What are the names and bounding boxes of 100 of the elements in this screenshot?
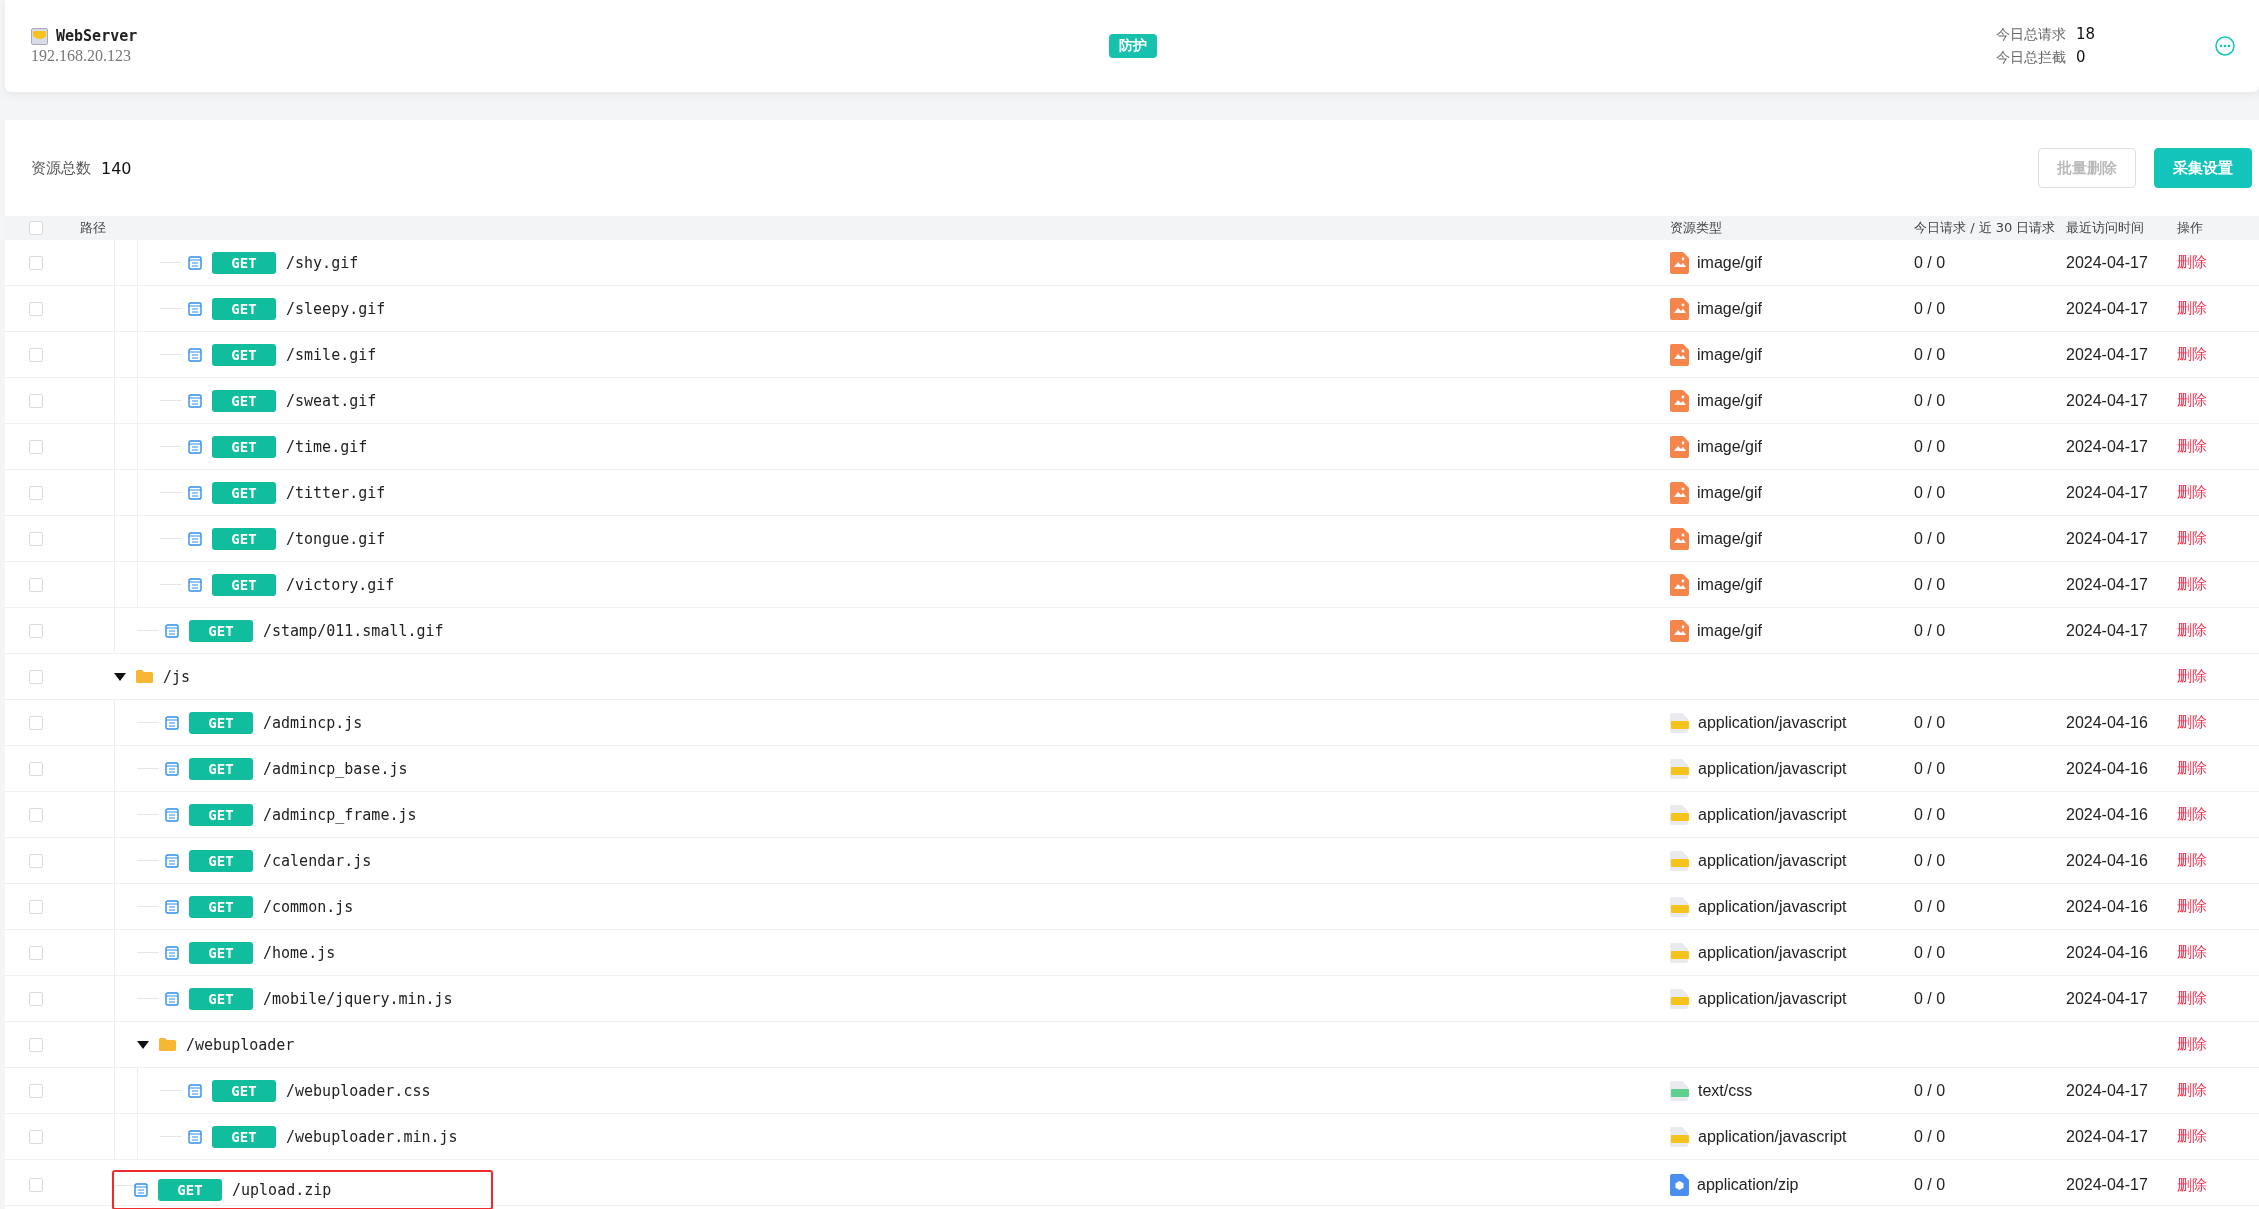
row-checkbox[interactable] xyxy=(29,1178,43,1192)
row-checkbox[interactable] xyxy=(29,669,43,684)
image-file-icon xyxy=(1670,343,1689,366)
delete-link[interactable]: 删除 xyxy=(2177,299,2207,318)
request-count: 0 / 0 xyxy=(1914,713,1946,732)
row-checkbox[interactable] xyxy=(29,255,43,270)
select-all-checkbox[interactable] xyxy=(29,221,43,235)
row-checkbox[interactable] xyxy=(29,899,43,914)
delete-link[interactable]: 删除 xyxy=(2177,391,2207,410)
type-text: image/gif xyxy=(1697,575,1762,594)
method-tag: GET xyxy=(212,1125,276,1148)
method-tag: GET xyxy=(212,1079,276,1102)
delete-link[interactable]: 删除 xyxy=(2177,1081,2207,1100)
image-file-icon xyxy=(1670,251,1689,274)
row-checkbox[interactable] xyxy=(29,393,43,408)
script-file-icon xyxy=(1670,1126,1690,1147)
row-checkbox[interactable] xyxy=(29,991,43,1006)
script-file-icon xyxy=(1670,942,1690,963)
method-tag: GET xyxy=(212,573,276,596)
row-checkbox[interactable] xyxy=(29,807,43,822)
document-icon xyxy=(188,255,202,270)
delete-link[interactable]: 删除 xyxy=(2177,345,2207,364)
type-text: image/gif xyxy=(1697,253,1762,272)
column-header: 最近访问时间 xyxy=(2066,219,2144,237)
visit-date: 2024-04-17 xyxy=(2066,529,2148,548)
row-checkbox[interactable] xyxy=(29,715,43,730)
delete-link[interactable]: 删除 xyxy=(2177,897,2207,916)
document-icon xyxy=(188,439,202,454)
archive-file-icon xyxy=(1670,1174,1689,1196)
path-text: /shy.gif xyxy=(286,253,359,272)
document-icon xyxy=(188,485,202,500)
request-count: 0 / 0 xyxy=(1914,299,1946,318)
path-text: /time.gif xyxy=(286,437,368,456)
document-icon xyxy=(165,899,179,914)
delete-link[interactable]: 删除 xyxy=(2177,621,2207,640)
path-text: /stamp/011.small.gif xyxy=(263,621,444,640)
path-text: /webuploader.min.js xyxy=(286,1127,458,1146)
row-checkbox[interactable] xyxy=(29,761,43,776)
delete-link[interactable]: 删除 xyxy=(2177,437,2207,456)
row-checkbox[interactable] xyxy=(29,945,43,960)
delete-link[interactable]: 删除 xyxy=(2177,575,2207,594)
delete-link[interactable]: 删除 xyxy=(2177,713,2207,732)
method-tag: GET xyxy=(212,251,276,274)
request-count: 0 / 0 xyxy=(1914,345,1946,364)
request-count: 0 / 0 xyxy=(1914,989,1946,1008)
document-icon xyxy=(188,531,202,546)
column-header: 资源类型 xyxy=(1670,219,1722,237)
document-icon xyxy=(165,853,179,868)
delete-link[interactable]: 删除 xyxy=(2177,1035,2207,1054)
image-file-icon xyxy=(1670,389,1689,412)
delete-link[interactable]: 删除 xyxy=(2177,759,2207,778)
script-file-icon xyxy=(1670,896,1690,917)
visit-date: 2024-04-17 xyxy=(2066,1176,2148,1194)
path-text: /admincp_frame.js xyxy=(263,805,417,824)
visit-date: 2024-04-16 xyxy=(2066,943,2148,962)
delete-link[interactable]: 删除 xyxy=(2177,529,2207,548)
stylesheet-file-icon xyxy=(1670,1080,1690,1101)
path-text: /admincp_base.js xyxy=(263,759,408,778)
delete-link[interactable]: 删除 xyxy=(2177,805,2207,824)
expand-toggle[interactable] xyxy=(114,672,126,681)
path-text: /home.js xyxy=(263,943,336,962)
row-checkbox[interactable] xyxy=(29,439,43,454)
delete-link[interactable]: 删除 xyxy=(2177,1175,2207,1195)
row-checkbox[interactable] xyxy=(29,301,43,316)
row-checkbox[interactable] xyxy=(29,347,43,362)
delete-link[interactable]: 删除 xyxy=(2177,1127,2207,1146)
delete-link[interactable]: 删除 xyxy=(2177,851,2207,870)
delete-link[interactable]: 删除 xyxy=(2177,989,2207,1008)
method-tag: GET xyxy=(189,895,253,918)
type-text: application/javascript xyxy=(1698,989,1847,1008)
visit-date: 2024-04-16 xyxy=(2066,759,2148,778)
document-icon xyxy=(165,623,179,638)
row-checkbox[interactable] xyxy=(29,1129,43,1144)
delete-link[interactable]: 删除 xyxy=(2177,667,2207,686)
path-text: /common.js xyxy=(263,897,354,916)
more-button[interactable] xyxy=(2215,36,2235,56)
delete-link[interactable]: 删除 xyxy=(2177,483,2207,502)
row-checkbox[interactable] xyxy=(29,1037,43,1052)
script-file-icon xyxy=(1670,758,1690,779)
stat-label: 今日总请求 xyxy=(1995,26,2066,44)
row-checkbox[interactable] xyxy=(29,1083,43,1098)
row-checkbox[interactable] xyxy=(29,531,43,546)
document-icon xyxy=(165,715,179,730)
method-tag: GET xyxy=(212,389,276,412)
row-checkbox[interactable] xyxy=(29,623,43,638)
row-checkbox[interactable] xyxy=(29,485,43,500)
request-count: 0 / 0 xyxy=(1914,943,1946,962)
visit-date: 2024-04-17 xyxy=(2066,437,2148,456)
delete-link[interactable]: 删除 xyxy=(2177,253,2207,272)
document-icon xyxy=(188,1083,202,1098)
settings-button[interactable]: 采集设置 xyxy=(2154,148,2252,188)
type-text: image/gif xyxy=(1697,483,1762,502)
row-checkbox[interactable] xyxy=(29,577,43,592)
type-text: application/javascript xyxy=(1698,897,1847,916)
delete-link[interactable]: 删除 xyxy=(2177,943,2207,962)
expand-toggle[interactable] xyxy=(137,1040,149,1049)
type-text: application/javascript xyxy=(1698,943,1847,962)
request-count: 0 / 0 xyxy=(1914,483,1946,502)
folder-icon xyxy=(159,1038,176,1051)
row-checkbox[interactable] xyxy=(29,853,43,868)
